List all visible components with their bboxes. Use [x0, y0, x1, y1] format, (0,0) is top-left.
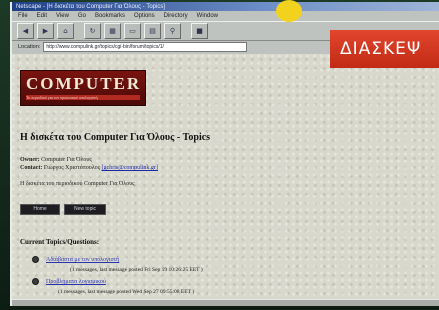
url-input[interactable]: http://www.compulink.gr/topics/cgi-bin/f…	[43, 42, 248, 52]
home-button[interactable]: Home	[20, 204, 60, 215]
topic-link[interactable]: Προβλήματα λογισμικού	[46, 279, 106, 285]
menu-go[interactable]: Go	[78, 13, 86, 19]
images-icon[interactable]: ▦	[104, 23, 121, 39]
menu-directory[interactable]: Directory	[164, 13, 188, 19]
computer-logo[interactable]: COMPUTER Το περιοδικό για τον προσωπικό …	[20, 70, 146, 106]
menu-window[interactable]: Window	[197, 13, 218, 19]
bullet-icon	[32, 278, 39, 285]
open-icon[interactable]: ▭	[124, 23, 141, 39]
menu-bookmarks[interactable]: Bookmarks	[95, 13, 125, 19]
owner-value: Computer Για Όλους	[41, 157, 92, 163]
topic-meta: (1 messages, last message posted Wed Sep…	[58, 289, 195, 295]
menu-view[interactable]: View	[56, 13, 69, 19]
page-title: Η δισκέτα του Computer Για Όλους - Topic…	[20, 132, 211, 143]
new-topic-button[interactable]: New topic	[64, 204, 106, 215]
menu-options[interactable]: Options	[134, 13, 155, 19]
topic-link[interactable]: Αδιάβαστα με τον υπολογιστή	[46, 257, 119, 263]
contact-line: Contact: Γιώργος Χριστόπουλος [gchris@co…	[20, 165, 158, 171]
contact-email-link[interactable]: [gchris@compulink.gr]	[102, 165, 158, 171]
page-description: Η δισκέτα του περιοδικού Computer Για Όλ…	[20, 181, 135, 187]
find-icon[interactable]: ⚲	[164, 23, 181, 39]
overlay-banner: ΔΙΑΣΚΕΨ	[330, 30, 439, 68]
stop-icon[interactable]: ■	[191, 23, 208, 39]
logo-subtitle: Το περιοδικό για τον προσωπικό υπολογιστ…	[26, 95, 140, 100]
status-bar	[12, 299, 439, 306]
forward-icon[interactable]: ▶	[37, 23, 54, 39]
contact-label: Contact:	[20, 165, 43, 171]
bullet-icon	[32, 256, 39, 263]
owner-label: Owner:	[20, 157, 40, 163]
location-label: Location:	[18, 44, 41, 50]
logo-text: COMPUTER	[26, 74, 142, 93]
menu-edit[interactable]: Edit	[37, 13, 47, 19]
menu-file[interactable]: File	[18, 13, 28, 19]
topic-meta: (1 messages, last message posted Fri Sep…	[70, 267, 203, 273]
yellow-dot-decoration	[276, 0, 302, 22]
menu-bar: File Edit View Go Bookmarks Options Dire…	[12, 11, 439, 21]
window-title: Netscape - [Η δισκέτα του Computer Για Ό…	[16, 3, 165, 10]
back-icon[interactable]: ◀	[17, 23, 34, 39]
contact-value: Γιώργος Χριστόπουλος	[43, 165, 101, 171]
title-bar: Netscape - [Η δισκέτα του Computer Για Ό…	[12, 2, 439, 11]
owner-line: Owner: Computer Για Όλους	[20, 157, 92, 163]
section-title: Current Topics/Questions:	[20, 238, 100, 246]
home-icon[interactable]: ⌂	[57, 23, 74, 39]
reload-icon[interactable]: ↻	[84, 23, 101, 39]
print-icon[interactable]: ▤	[144, 23, 161, 39]
page-content: COMPUTER Το περιοδικό για τον προσωπικό …	[12, 54, 439, 306]
